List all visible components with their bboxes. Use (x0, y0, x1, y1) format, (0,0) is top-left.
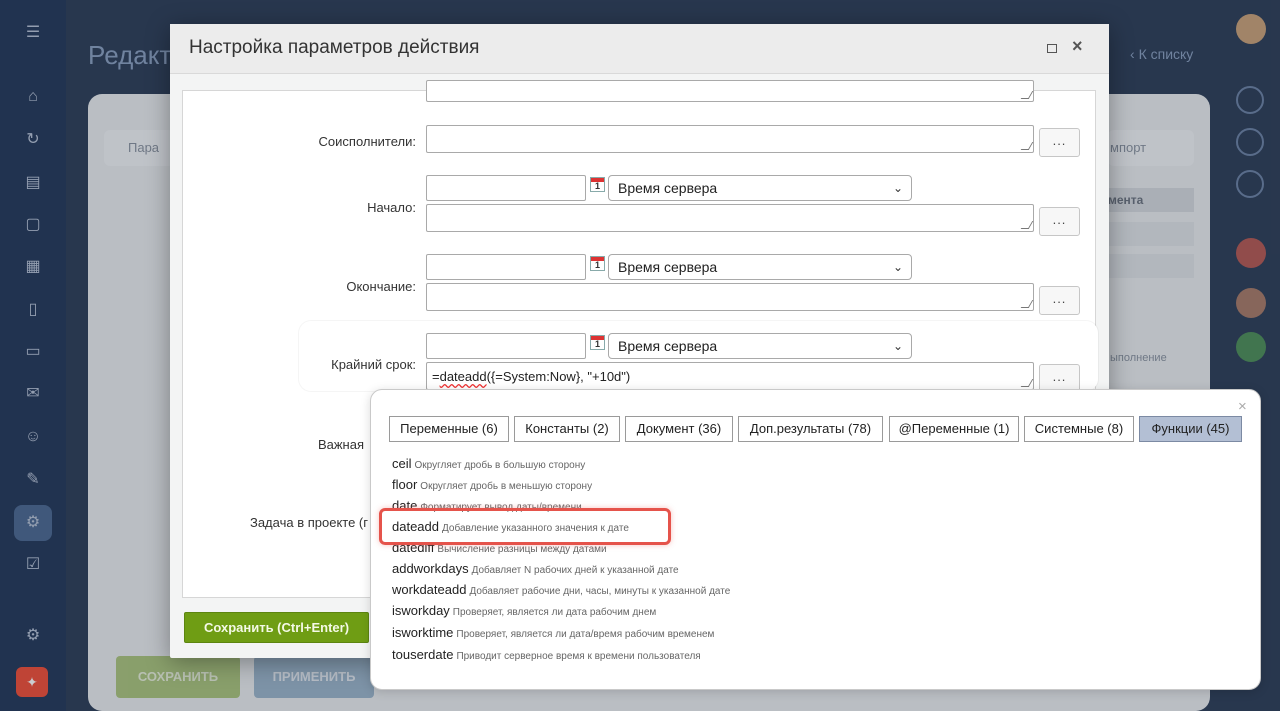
close-icon[interactable]: × (1072, 36, 1083, 57)
close-icon[interactable]: × (1238, 398, 1247, 415)
maximize-icon[interactable] (1047, 44, 1057, 53)
function-name: isworktime (392, 625, 454, 640)
expression-function: dateadd (439, 369, 487, 384)
calendar-icon[interactable]: 1 (590, 335, 605, 350)
expression-args: ({=System:Now}, "+10d") (486, 369, 631, 384)
dateadd-highlight-frame (379, 508, 671, 545)
function-description: Вычисление разницы между датами (437, 544, 607, 555)
save-button[interactable]: Сохранить (Ctrl+Enter) (184, 612, 369, 643)
function-description: Добавляет N рабочих дней к указанной дат… (471, 565, 679, 576)
expression-prefix: = (432, 369, 440, 384)
previous-field-textarea[interactable] (426, 80, 1034, 102)
project-label: Задача в проекте (г (249, 515, 368, 530)
start-label: Начало: (367, 200, 416, 215)
function-name: workdateadd (392, 582, 467, 597)
tab-functions[interactable]: Функции (45) (1139, 416, 1242, 442)
start-timezone-value: Время сервера (618, 180, 718, 196)
function-description: Приводит серверное время к времени польз… (456, 651, 701, 662)
tab-variables[interactable]: Переменные (6) (389, 416, 509, 442)
coexecutors-textarea[interactable] (426, 125, 1034, 153)
start-timezone-select[interactable]: Время сервера ⌄ (608, 175, 912, 201)
function-description: Проверяет, является ли дата/время рабочи… (456, 629, 715, 640)
end-textarea[interactable] (426, 283, 1034, 311)
function-item[interactable]: isworkday Проверяет, является ли дата раб… (392, 603, 656, 618)
dialog-title: Настройка параметров действия (189, 37, 480, 58)
function-description: Округляет дробь в большую сторону (414, 460, 586, 471)
tab-additional-results[interactable]: Доп.результаты (78) (738, 416, 883, 442)
chevron-down-icon: ⌄ (892, 181, 903, 195)
deadline-label: Крайний срок: (331, 357, 416, 372)
end-insert-button[interactable]: ... (1039, 286, 1080, 315)
start-date-input[interactable] (426, 175, 586, 201)
deadline-textarea[interactable]: =dateadd({=System:Now}, "+10d") (426, 362, 1034, 390)
deadline-expression: =dateadd({=System:Now}, "+10d") (432, 369, 630, 384)
function-name: touserdate (392, 647, 454, 662)
resize-grip[interactable] (1020, 142, 1034, 150)
end-timezone-select[interactable]: Время сервера ⌄ (608, 254, 912, 280)
function-description: Округляет дробь в меньшую сторону (420, 481, 593, 492)
function-item[interactable]: ceil Округляет дробь в большую сторону (392, 456, 585, 471)
tab-constants[interactable]: Константы (2) (514, 416, 620, 442)
function-name: isworkday (392, 603, 450, 618)
resize-grip[interactable] (1020, 91, 1034, 99)
deadline-timezone-value: Время сервера (618, 338, 718, 354)
function-description: Проверяет, является ли дата рабочим днем (452, 607, 657, 618)
coexecutors-insert-button[interactable]: ... (1039, 128, 1080, 157)
calendar-icon[interactable]: 1 (590, 177, 605, 192)
function-name: ceil (392, 456, 412, 471)
tab-global-variables[interactable]: @Переменные (1) (889, 416, 1019, 442)
important-label: Важная (317, 437, 364, 452)
function-name: floor (392, 477, 418, 492)
calendar-icon[interactable]: 1 (590, 256, 605, 271)
chevron-down-icon: ⌄ (892, 339, 903, 353)
function-name: addworkdays (392, 561, 469, 576)
function-item[interactable]: floor Округляет дробь в меньшую сторону (392, 477, 592, 492)
tab-document[interactable]: Документ (36) (625, 416, 733, 442)
resize-grip[interactable] (1020, 379, 1034, 387)
coexecutors-label: Соисполнители: (318, 134, 416, 149)
end-timezone-value: Время сервера (618, 259, 718, 275)
deadline-date-input[interactable] (426, 333, 586, 359)
deadline-timezone-select[interactable]: Время сервера ⌄ (608, 333, 912, 359)
dialog-header: Настройка параметров действия × (170, 24, 1109, 74)
function-item[interactable]: workdateadd Добавляет рабочие дни, часы, … (392, 582, 730, 597)
chevron-down-icon: ⌄ (892, 260, 903, 274)
start-insert-button[interactable]: ... (1039, 207, 1080, 236)
function-description: Добавляет рабочие дни, часы, минуты к ук… (469, 586, 731, 597)
tab-system[interactable]: Системные (8) (1024, 416, 1134, 442)
function-item[interactable]: isworktime Проверяет, является ли дата/вр… (392, 625, 714, 640)
end-label: Окончание: (346, 279, 416, 294)
calendar-day: 1 (595, 260, 601, 270)
calendar-day: 1 (595, 181, 601, 191)
resize-grip[interactable] (1020, 300, 1034, 308)
start-textarea[interactable] (426, 204, 1034, 232)
function-item[interactable]: touserdate Приводит серверное время к вре… (392, 647, 701, 662)
resize-grip[interactable] (1020, 221, 1034, 229)
calendar-day: 1 (595, 339, 601, 349)
end-date-input[interactable] (426, 254, 586, 280)
function-item[interactable]: addworkdays Добавляет N рабочих дней к ук… (392, 561, 679, 576)
